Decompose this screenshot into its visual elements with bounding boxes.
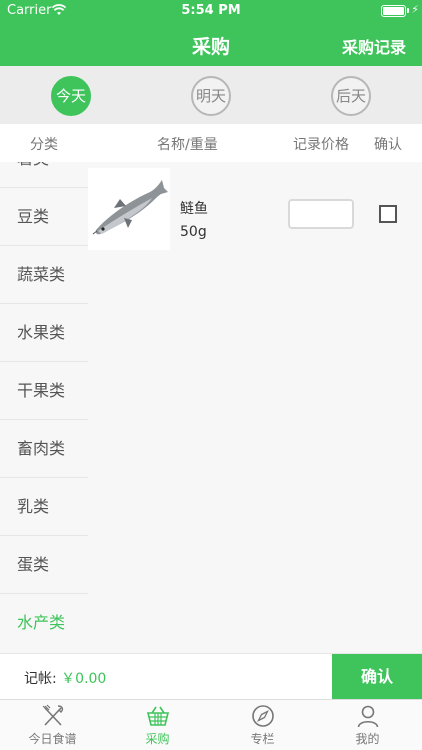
tab-daily-recipes[interactable]: 今日食谱 [0, 700, 105, 750]
basket-icon [146, 706, 169, 726]
tab-label: 专栏 [250, 732, 275, 746]
utensils-icon [42, 704, 63, 726]
category-item[interactable]: 豆类 [0, 188, 88, 246]
header: Carrier 5:54 PM ⚡ 采购 采购记录 [0, 0, 422, 66]
item-weight: 50g [180, 224, 207, 240]
tab-purchase[interactable]: 采购 [105, 700, 210, 750]
status-time: 5:54 PM [181, 3, 241, 18]
total-bar: 记帐: ￥0.00 确认 [0, 653, 422, 700]
tab-label: 采购 [145, 732, 170, 746]
column-name-weight: 名称/重量 [157, 137, 218, 153]
tab-bar: 今日食谱 采购 专栏 我的 [0, 699, 422, 750]
status-bar: Carrier 5:54 PM ⚡ [0, 0, 422, 22]
tab-mine[interactable]: 我的 [315, 700, 420, 750]
total-amount: ￥0.00 [61, 671, 107, 687]
product-list: 鲢鱼 50g [88, 162, 422, 653]
charging-icon: ⚡ [411, 3, 419, 16]
day-tab-tomorrow[interactable]: 明天 [191, 76, 231, 116]
category-item-active[interactable]: 水产类 [0, 594, 88, 652]
confirm-button[interactable]: 确认 [332, 654, 422, 700]
category-item[interactable]: 蛋类 [0, 536, 88, 594]
tab-column[interactable]: 专栏 [210, 700, 315, 750]
category-item[interactable]: 薯类 [0, 162, 88, 188]
day-tab-day-after[interactable]: 后天 [331, 76, 371, 116]
list-item: 鲢鱼 50g [88, 168, 422, 250]
person-icon [357, 705, 378, 728]
category-item[interactable]: 乳类 [0, 478, 88, 536]
compass-icon [251, 705, 274, 727]
item-name: 鲢鱼 [180, 201, 208, 217]
column-confirm: 确认 [374, 137, 402, 153]
category-item[interactable]: 水果类 [0, 304, 88, 362]
total-label: 记帐: [24, 671, 57, 687]
category-sidebar[interactable]: 薯类 豆类 蔬菜类 水果类 干果类 畜肉类 乳类 蛋类 水产类 [0, 162, 88, 653]
day-selector: 今天 明天 后天 [0, 66, 422, 124]
fish-image [88, 168, 170, 250]
confirm-checkbox[interactable] [379, 205, 397, 223]
category-item[interactable]: 干果类 [0, 362, 88, 420]
category-item[interactable]: 蔬菜类 [0, 246, 88, 304]
purchase-records-button[interactable]: 采购记录 [342, 34, 406, 58]
day-tab-today[interactable]: 今天 [51, 76, 91, 116]
column-category: 分类 [30, 137, 58, 153]
battery-icon [381, 5, 406, 17]
column-headers: 分类 名称/重量 记录价格 确认 [0, 124, 422, 162]
column-price: 记录价格 [293, 137, 349, 153]
category-item[interactable]: 畜肉类 [0, 420, 88, 478]
tab-label: 今日食谱 [28, 732, 77, 746]
price-input[interactable] [288, 199, 354, 229]
tab-label: 我的 [355, 732, 380, 746]
